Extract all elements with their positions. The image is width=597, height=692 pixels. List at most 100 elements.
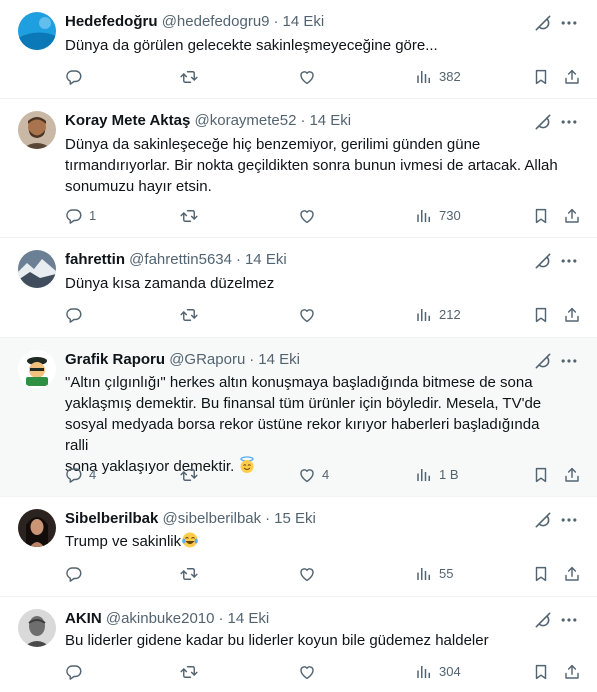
display-name[interactable]: fahrettin bbox=[65, 251, 125, 268]
display-name[interactable]: AKIN bbox=[65, 610, 102, 627]
tweet-text: Dünya kısa zamanda düzelmez bbox=[65, 275, 275, 292]
avatar[interactable] bbox=[18, 509, 56, 547]
views-button[interactable]: 304 bbox=[415, 662, 461, 682]
avatar[interactable] bbox=[18, 250, 56, 288]
grok-icon[interactable] bbox=[533, 112, 553, 132]
action-bar: 4 4 1 B bbox=[65, 465, 585, 485]
like-icon bbox=[298, 663, 316, 681]
views-icon bbox=[415, 306, 433, 324]
grok-icon[interactable] bbox=[533, 351, 553, 371]
reply-icon bbox=[65, 306, 83, 324]
views-button[interactable]: 730 bbox=[415, 206, 461, 226]
views-icon bbox=[415, 663, 433, 681]
share-button[interactable] bbox=[563, 662, 581, 682]
more-icon[interactable] bbox=[559, 251, 579, 271]
timestamp[interactable]: 14 Eki bbox=[258, 351, 300, 368]
bookmark-button[interactable] bbox=[532, 564, 550, 584]
handle[interactable]: @fahrettin5634 bbox=[129, 251, 232, 268]
more-icon[interactable] bbox=[559, 610, 579, 630]
reply-button[interactable]: 4 bbox=[65, 465, 96, 485]
views-icon bbox=[415, 68, 433, 86]
grok-icon[interactable] bbox=[533, 510, 553, 530]
reply-button[interactable] bbox=[65, 67, 89, 87]
like-button[interactable] bbox=[298, 662, 322, 682]
view-count: 304 bbox=[439, 664, 461, 679]
tweet[interactable]: Grafik Raporu @GRaporu · 14 Eki "Altın çıl… bbox=[0, 338, 597, 497]
tweet-header: Koray Mete Aktaş @koraymete52 · 14 Eki bbox=[65, 111, 537, 131]
views-icon bbox=[415, 565, 433, 583]
avatar[interactable] bbox=[18, 12, 56, 50]
reply-button[interactable] bbox=[65, 662, 89, 682]
share-button[interactable] bbox=[563, 206, 581, 226]
retweet-button[interactable] bbox=[180, 465, 204, 485]
grok-icon[interactable] bbox=[533, 610, 553, 630]
share-button[interactable] bbox=[563, 564, 581, 584]
retweet-button[interactable] bbox=[180, 206, 204, 226]
reply-button[interactable]: 1 bbox=[65, 206, 96, 226]
share-icon bbox=[563, 68, 581, 86]
display-name[interactable]: Koray Mete Aktaş bbox=[65, 112, 190, 129]
more-icon[interactable] bbox=[559, 351, 579, 371]
views-button[interactable]: 55 bbox=[415, 564, 453, 584]
action-bar: 382 bbox=[65, 67, 585, 87]
tweet[interactable]: Koray Mete Aktaş @koraymete52 · 14 Eki Dün… bbox=[0, 99, 597, 238]
views-button[interactable]: 1 B bbox=[415, 465, 459, 485]
tweet[interactable]: Hedefedoğru @hedefedogru9 · 14 Eki Dünya d… bbox=[0, 0, 597, 99]
more-icon[interactable] bbox=[559, 112, 579, 132]
tweet[interactable]: AKIN @akinbuke2010 · 14 Eki Bu liderler gi… bbox=[0, 597, 597, 692]
reply-button[interactable] bbox=[65, 564, 89, 584]
like-button[interactable] bbox=[298, 67, 322, 87]
bookmark-button[interactable] bbox=[532, 662, 550, 682]
reply-feed: Hedefedoğru @hedefedogru9 · 14 Eki Dünya d… bbox=[0, 0, 597, 692]
bookmark-button[interactable] bbox=[532, 465, 550, 485]
retweet-icon bbox=[180, 466, 198, 484]
retweet-button[interactable] bbox=[180, 564, 204, 584]
share-button[interactable] bbox=[563, 465, 581, 485]
like-icon bbox=[298, 306, 316, 324]
handle[interactable]: @akinbuke2010 bbox=[106, 610, 215, 627]
views-button[interactable]: 382 bbox=[415, 67, 461, 87]
timestamp[interactable]: 14 Eki bbox=[283, 13, 325, 30]
timestamp[interactable]: 15 Eki bbox=[274, 510, 316, 527]
retweet-button[interactable] bbox=[180, 67, 204, 87]
retweet-button[interactable] bbox=[180, 305, 204, 325]
tweet[interactable]: fahrettin @fahrettin5634 · 14 Eki Dünya kı… bbox=[0, 238, 597, 338]
reply-icon bbox=[65, 663, 83, 681]
share-icon bbox=[563, 565, 581, 583]
retweet-button[interactable] bbox=[180, 662, 204, 682]
bookmark-icon bbox=[532, 306, 550, 324]
avatar[interactable] bbox=[18, 609, 56, 647]
reply-button[interactable] bbox=[65, 305, 89, 325]
bookmark-button[interactable] bbox=[532, 305, 550, 325]
grok-icon[interactable] bbox=[533, 251, 553, 271]
share-button[interactable] bbox=[563, 67, 581, 87]
like-button[interactable] bbox=[298, 305, 322, 325]
bookmark-button[interactable] bbox=[532, 206, 550, 226]
more-icon[interactable] bbox=[559, 510, 579, 530]
like-button[interactable] bbox=[298, 206, 322, 226]
handle[interactable]: @GRaporu bbox=[169, 351, 245, 368]
tweet-text: Trump ve sakinlik bbox=[65, 533, 182, 550]
views-button[interactable]: 212 bbox=[415, 305, 461, 325]
more-icon[interactable] bbox=[559, 13, 579, 33]
separator-dot: · bbox=[300, 112, 306, 129]
share-button[interactable] bbox=[563, 305, 581, 325]
display-name[interactable]: Sibelberilbak bbox=[65, 510, 158, 527]
avatar[interactable] bbox=[18, 350, 56, 388]
bookmark-button[interactable] bbox=[532, 67, 550, 87]
display-name[interactable]: Hedefedoğru bbox=[65, 13, 158, 30]
grok-icon[interactable] bbox=[533, 13, 553, 33]
handle[interactable]: @sibelberilbak bbox=[163, 510, 262, 527]
timestamp[interactable]: 14 Eki bbox=[309, 112, 351, 129]
tweet-text: "Altın çılgınlığı" herkes altın konuşmay… bbox=[65, 374, 542, 475]
like-button[interactable]: 4 bbox=[298, 465, 329, 485]
tweet[interactable]: Sibelberilbak @sibelberilbak · 15 Eki Trum… bbox=[0, 497, 597, 597]
timestamp[interactable]: 14 Eki bbox=[227, 610, 269, 627]
like-icon bbox=[298, 466, 316, 484]
timestamp[interactable]: 14 Eki bbox=[245, 251, 287, 268]
handle[interactable]: @hedefedogru9 bbox=[162, 13, 270, 30]
like-button[interactable] bbox=[298, 564, 322, 584]
handle[interactable]: @koraymete52 bbox=[195, 112, 297, 129]
display-name[interactable]: Grafik Raporu bbox=[65, 351, 165, 368]
avatar[interactable] bbox=[18, 111, 56, 149]
